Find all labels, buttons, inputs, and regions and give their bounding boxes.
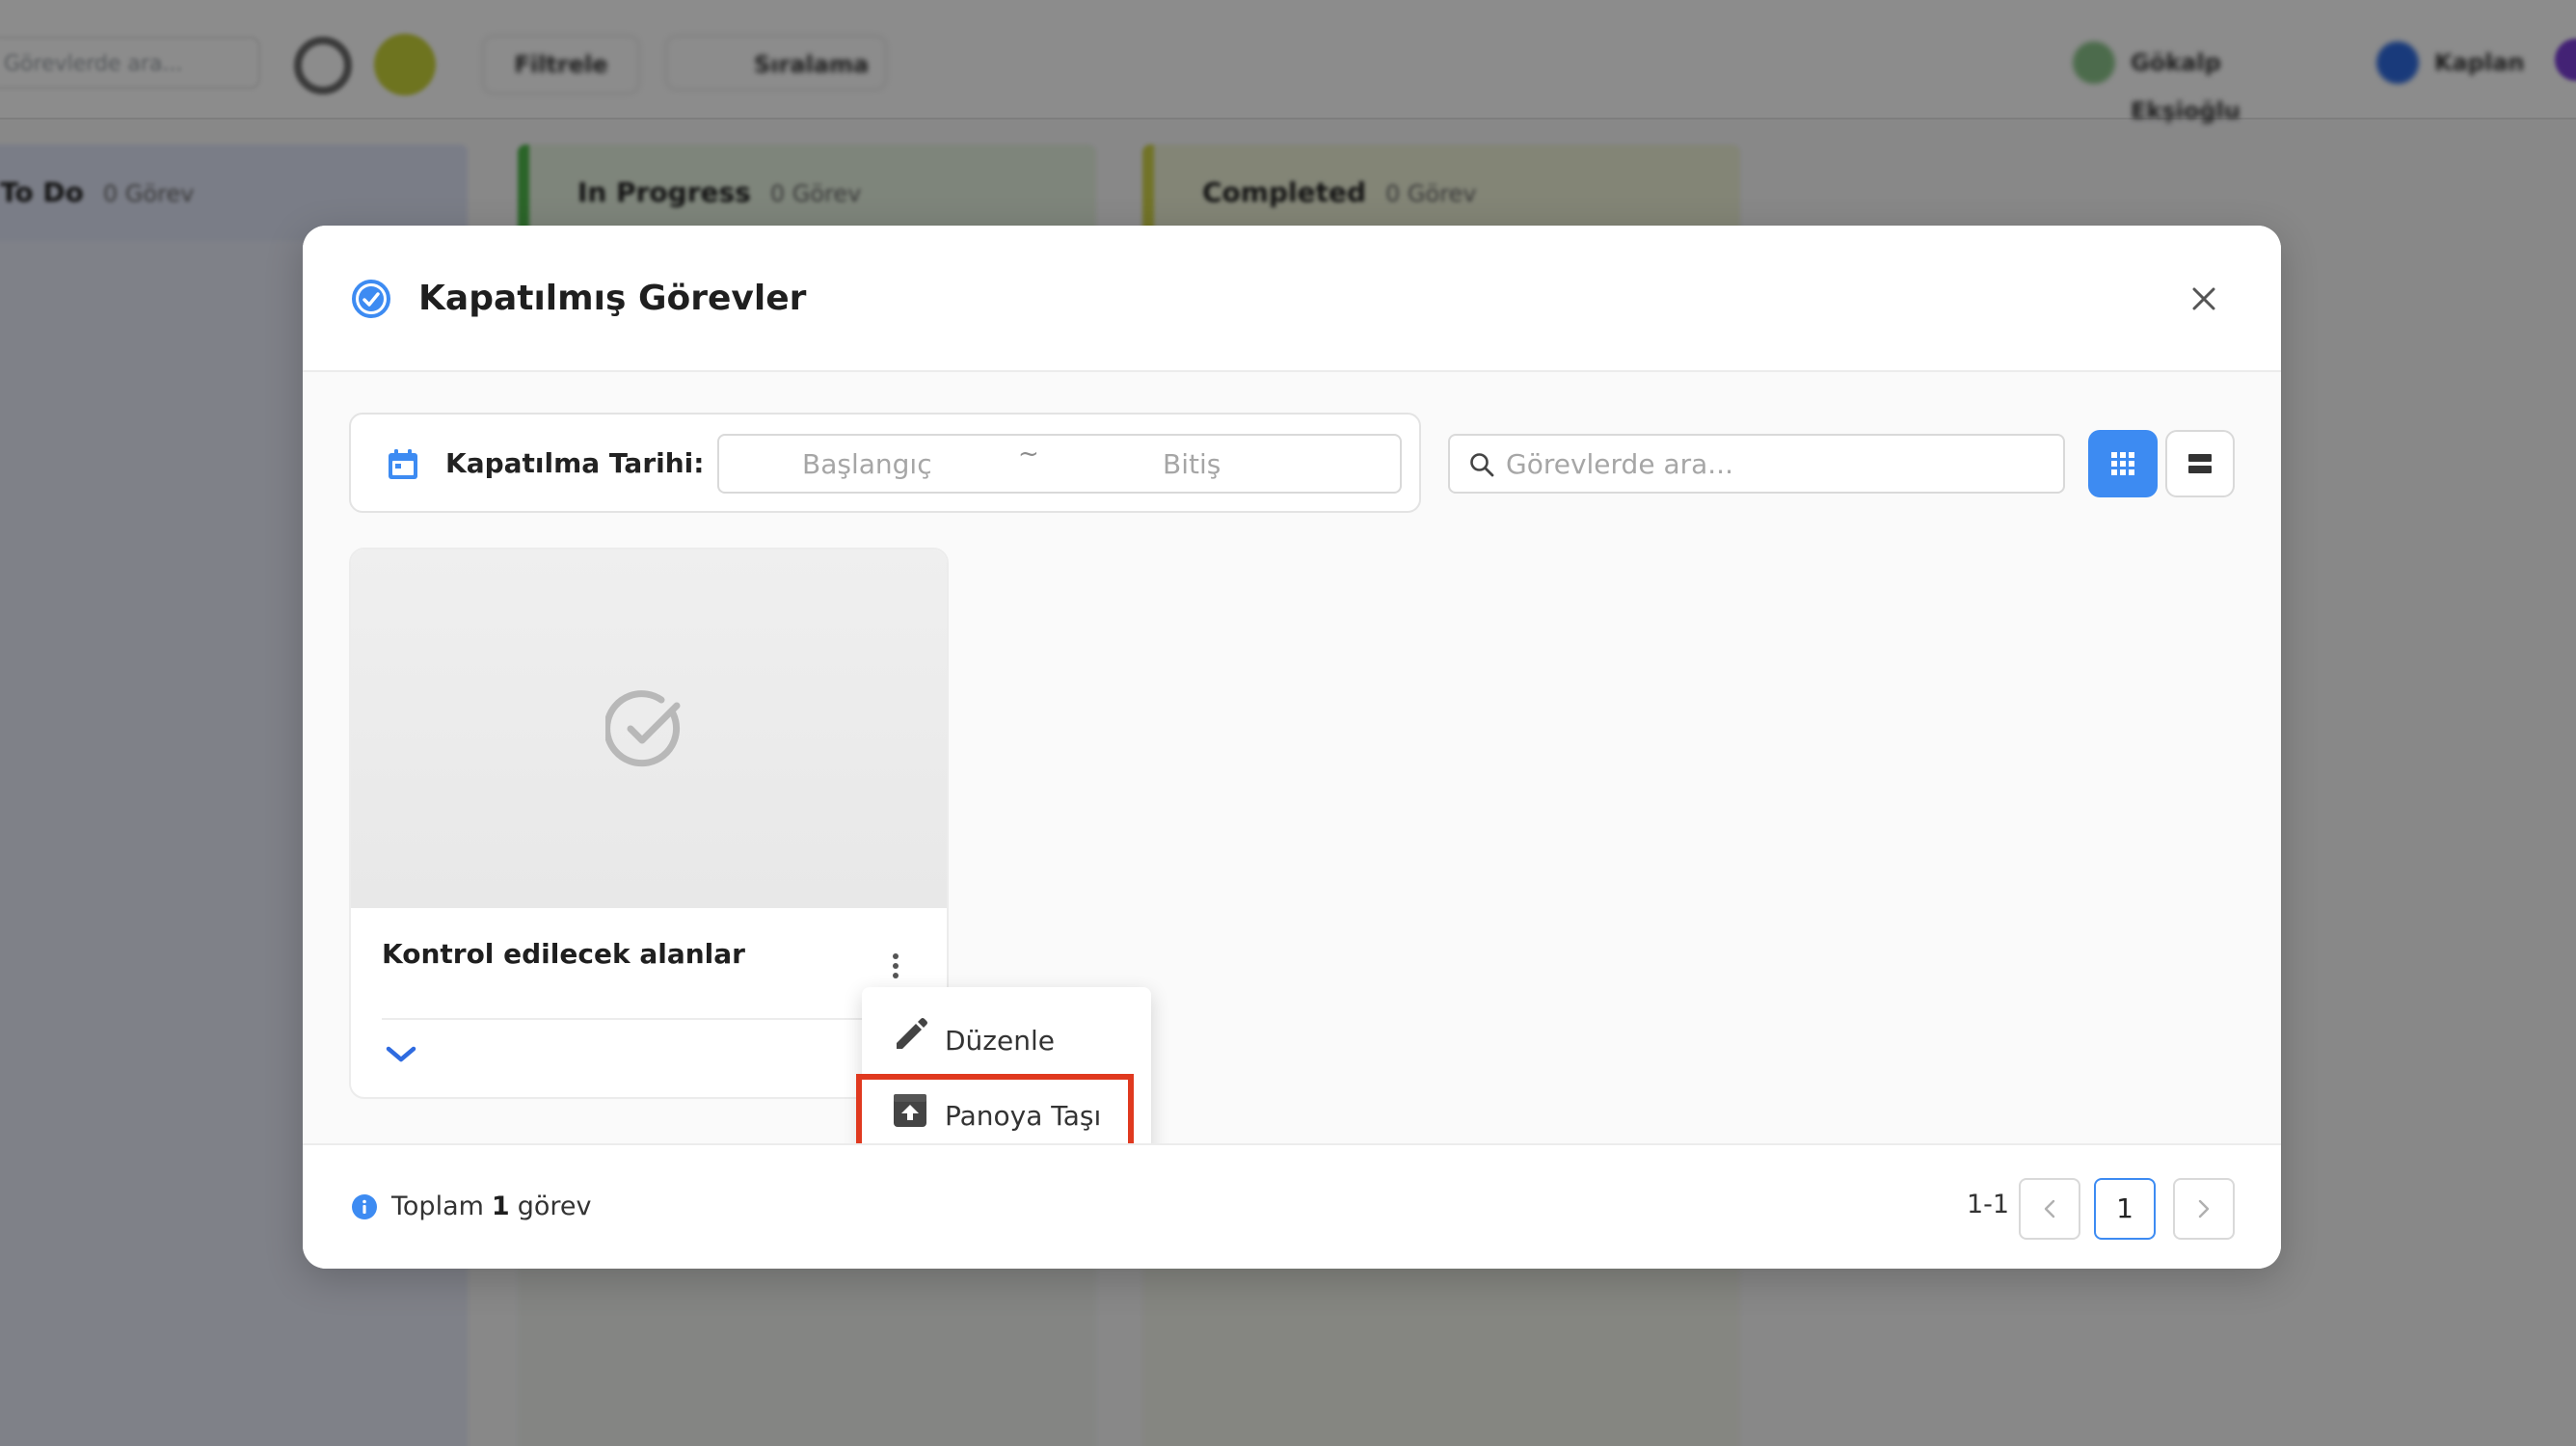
date-range-separator: ~ [1018, 440, 1039, 469]
next-page-button[interactable] [2173, 1178, 2235, 1240]
date-end-input[interactable]: Bitiş [1163, 445, 1221, 484]
chevron-down-icon[interactable] [384, 1041, 418, 1068]
menu-item-edit[interactable]: Düzenle [862, 1001, 1151, 1078]
pencil-icon [897, 1018, 927, 1049]
grid-icon [2111, 452, 2134, 475]
search-input[interactable] [1506, 443, 2046, 484]
more-vertical-icon[interactable] [881, 949, 910, 983]
check-circle-icon [605, 690, 681, 767]
closed-tasks-modal: Kapatılmış Görevler Kapatılma Tarihi: Ba… [303, 226, 2281, 1269]
menu-item-label: Panoya Taşı [945, 1100, 1102, 1132]
closed-date-filter: Kapatılma Tarihi: Başlangıç ~ Bitiş [349, 413, 1421, 513]
menu-item-label: Düzenle [945, 1025, 1055, 1057]
search-icon [1470, 453, 1494, 477]
archive-upload-icon [894, 1094, 926, 1127]
page-range: 1-1 [1967, 1190, 2010, 1219]
close-icon[interactable] [2185, 280, 2223, 318]
date-range-picker[interactable]: Başlangıç ~ Bitiş [717, 434, 1402, 494]
page-number: 1 [2116, 1192, 2133, 1224]
total-suffix: görev [517, 1192, 592, 1221]
date-filter-label: Kapatılma Tarihi: [445, 447, 705, 479]
check-circle-icon [352, 280, 390, 318]
modal-header: Kapatılmış Görevler [303, 226, 2281, 372]
grid-view-button[interactable] [2088, 430, 2158, 497]
total-count: 1 [491, 1192, 510, 1221]
menu-item-move-to-board[interactable]: Panoya Taşı [862, 1076, 1151, 1153]
card-cover [351, 549, 947, 908]
task-search[interactable] [1448, 434, 2065, 494]
date-start-input[interactable]: Başlangıç [802, 445, 932, 484]
modal-footer: Toplam 1 görev 1-1 1 [303, 1143, 2281, 1269]
card-title: Kontrol edilecek alanlar [382, 938, 745, 970]
chevron-left-icon [2044, 1199, 2055, 1218]
list-icon [2188, 454, 2212, 473]
modal-title: Kapatılmış Görevler [418, 279, 807, 318]
total-count-text: Toplam 1 görev [391, 1188, 591, 1226]
prev-page-button[interactable] [2019, 1178, 2080, 1240]
chevron-right-icon [2198, 1199, 2210, 1218]
task-card[interactable]: Kontrol edilecek alanlar [349, 548, 949, 1099]
page-button-current[interactable]: 1 [2094, 1178, 2156, 1240]
card-divider [382, 1018, 918, 1020]
list-view-button[interactable] [2165, 430, 2235, 497]
calendar-icon [389, 449, 417, 479]
info-icon [352, 1194, 377, 1219]
total-prefix: Toplam [391, 1192, 484, 1221]
